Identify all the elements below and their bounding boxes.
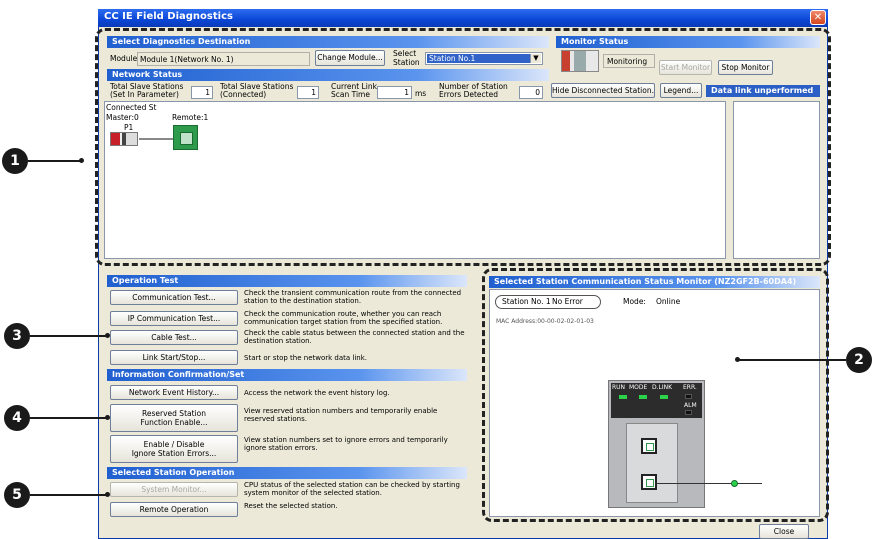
window-title: CC IE Field Diagnostics <box>104 11 233 22</box>
reserved-station-label-1: Reserved Station <box>142 409 206 418</box>
link-start-stop-button[interactable]: Link Start/Stop... <box>110 350 238 365</box>
callout-5-dot <box>105 492 110 497</box>
callout-1: 1 <box>2 148 28 174</box>
remote-operation-desc: Reset the selected station. <box>244 502 338 510</box>
annotation-region-1 <box>95 28 831 266</box>
annotation-region-2 <box>482 268 829 522</box>
selected-operation-header: Selected Station Operation <box>107 467 467 479</box>
remote-operation-button[interactable]: Remote Operation <box>110 502 238 517</box>
link-start-stop-desc: Start or stop the network data link. <box>244 354 368 362</box>
callout-4-dot <box>105 415 110 420</box>
information-header: Information Confirmation/Set <box>107 369 467 381</box>
close-icon[interactable]: ✕ <box>810 10 826 25</box>
callout-4-leader <box>30 417 107 419</box>
operation-test-header: Operation Test <box>107 275 467 287</box>
system-monitor-desc: CPU status of the selected station can b… <box>244 481 460 497</box>
callout-1-dot <box>79 158 84 163</box>
callout-3-leader <box>30 335 107 337</box>
ip-communication-test-button[interactable]: IP Communication Test... <box>110 311 238 326</box>
ip-communication-test-desc: Check the communication route, whether y… <box>244 310 443 326</box>
network-event-history-button[interactable]: Network Event History... <box>110 385 238 400</box>
callout-3: 3 <box>4 323 30 349</box>
callout-3-dot <box>105 333 110 338</box>
callout-1-leader <box>28 160 80 162</box>
callout-4: 4 <box>4 405 30 431</box>
callout-2-dot <box>735 357 740 362</box>
system-monitor-button[interactable]: System Monitor... <box>110 482 238 497</box>
ignore-station-errors-button[interactable]: Enable / Disable Ignore Station Errors..… <box>110 435 238 463</box>
communication-test-button[interactable]: Communication Test... <box>110 290 238 305</box>
reserved-station-label-2: Function Enable... <box>140 418 208 427</box>
ignore-errors-label-1: Enable / Disable <box>143 440 205 449</box>
cable-test-button[interactable]: Cable Test... <box>110 330 238 345</box>
ignore-errors-label-2: Ignore Station Errors... <box>131 449 217 458</box>
callout-5-leader <box>30 494 107 496</box>
communication-test-desc: Check the transient communication route … <box>244 289 462 305</box>
callout-5: 5 <box>4 482 30 508</box>
reserved-station-desc: View reserved station numbers and tempor… <box>244 407 438 423</box>
close-button[interactable]: Close <box>759 524 809 539</box>
cable-test-desc: Check the cable status between the conne… <box>244 329 465 345</box>
ignore-station-errors-desc: View station numbers set to ignore error… <box>244 436 448 452</box>
network-event-history-desc: Access the network the event history log… <box>244 389 390 397</box>
reserved-station-button[interactable]: Reserved Station Function Enable... <box>110 404 238 432</box>
callout-2: 2 <box>846 347 872 373</box>
callout-2-leader <box>737 359 846 361</box>
